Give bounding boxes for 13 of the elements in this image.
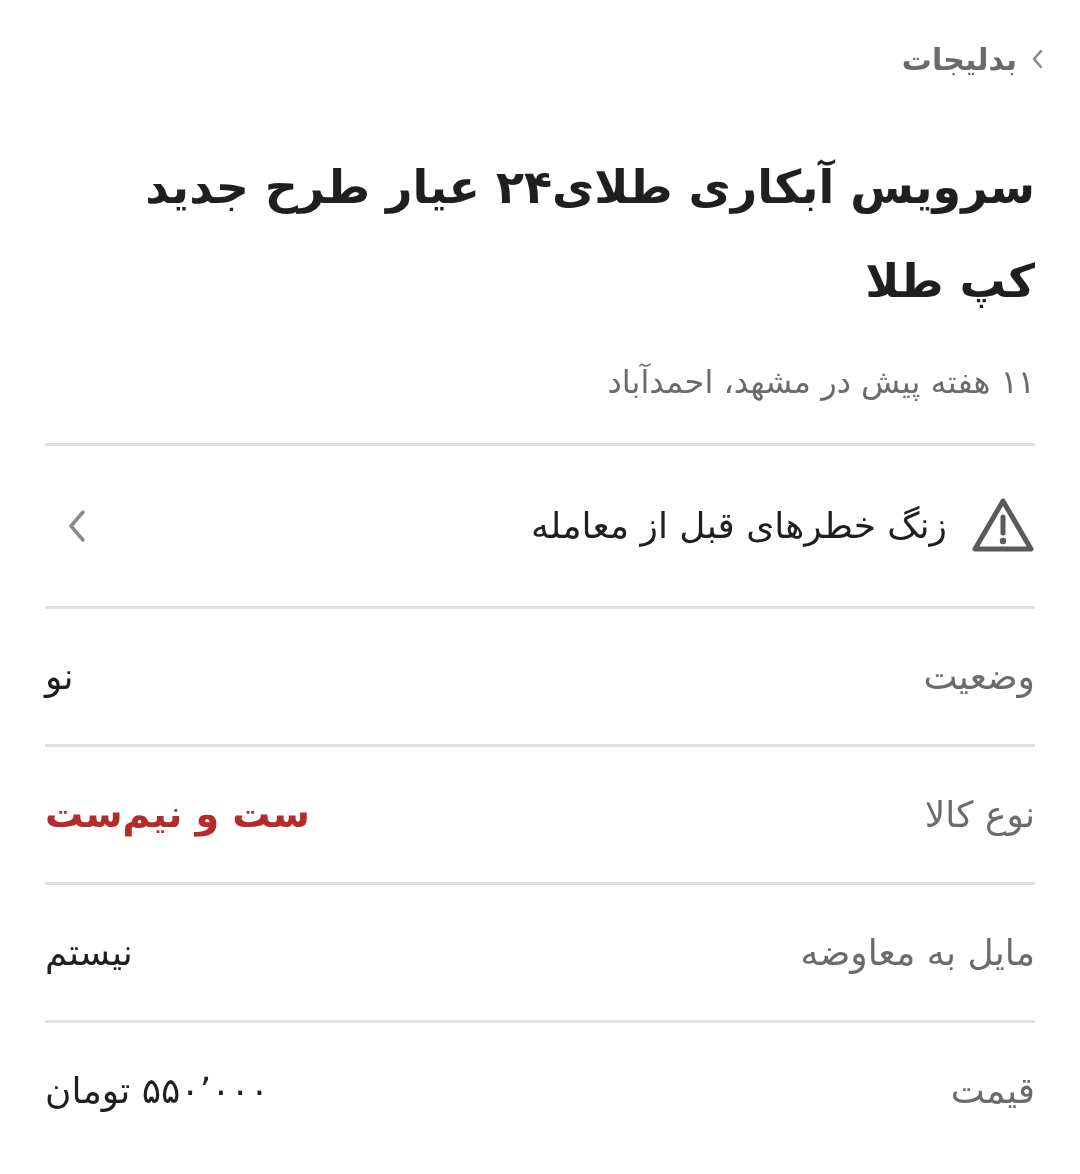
field-value: ۵۵۰٬۰۰۰ تومان [45, 1068, 270, 1114]
field-value: نیستم [45, 930, 133, 976]
field-value: ست و نیم‌ست [45, 791, 310, 839]
field-label: مایل به معاوضه [800, 930, 1035, 976]
breadcrumb-link[interactable]: بدلیجات [901, 36, 1017, 82]
field-value: نو [45, 654, 74, 700]
listing-subtitle: ۱۱ هفته پیش در مشهد، احمدآباد [606, 362, 1035, 403]
listing-title: سرویس آبکاری طلای۲۴ عیار طرح جدید کپ طلا [144, 158, 1035, 310]
field-label: قیمت [950, 1068, 1035, 1113]
field-label: نوع کالا [924, 792, 1035, 838]
warning-icon [971, 497, 1035, 555]
field-label: وضعیت [923, 654, 1035, 700]
warning-row[interactable]: زنگ خطرهای قبل از معامله [45, 446, 1035, 606]
